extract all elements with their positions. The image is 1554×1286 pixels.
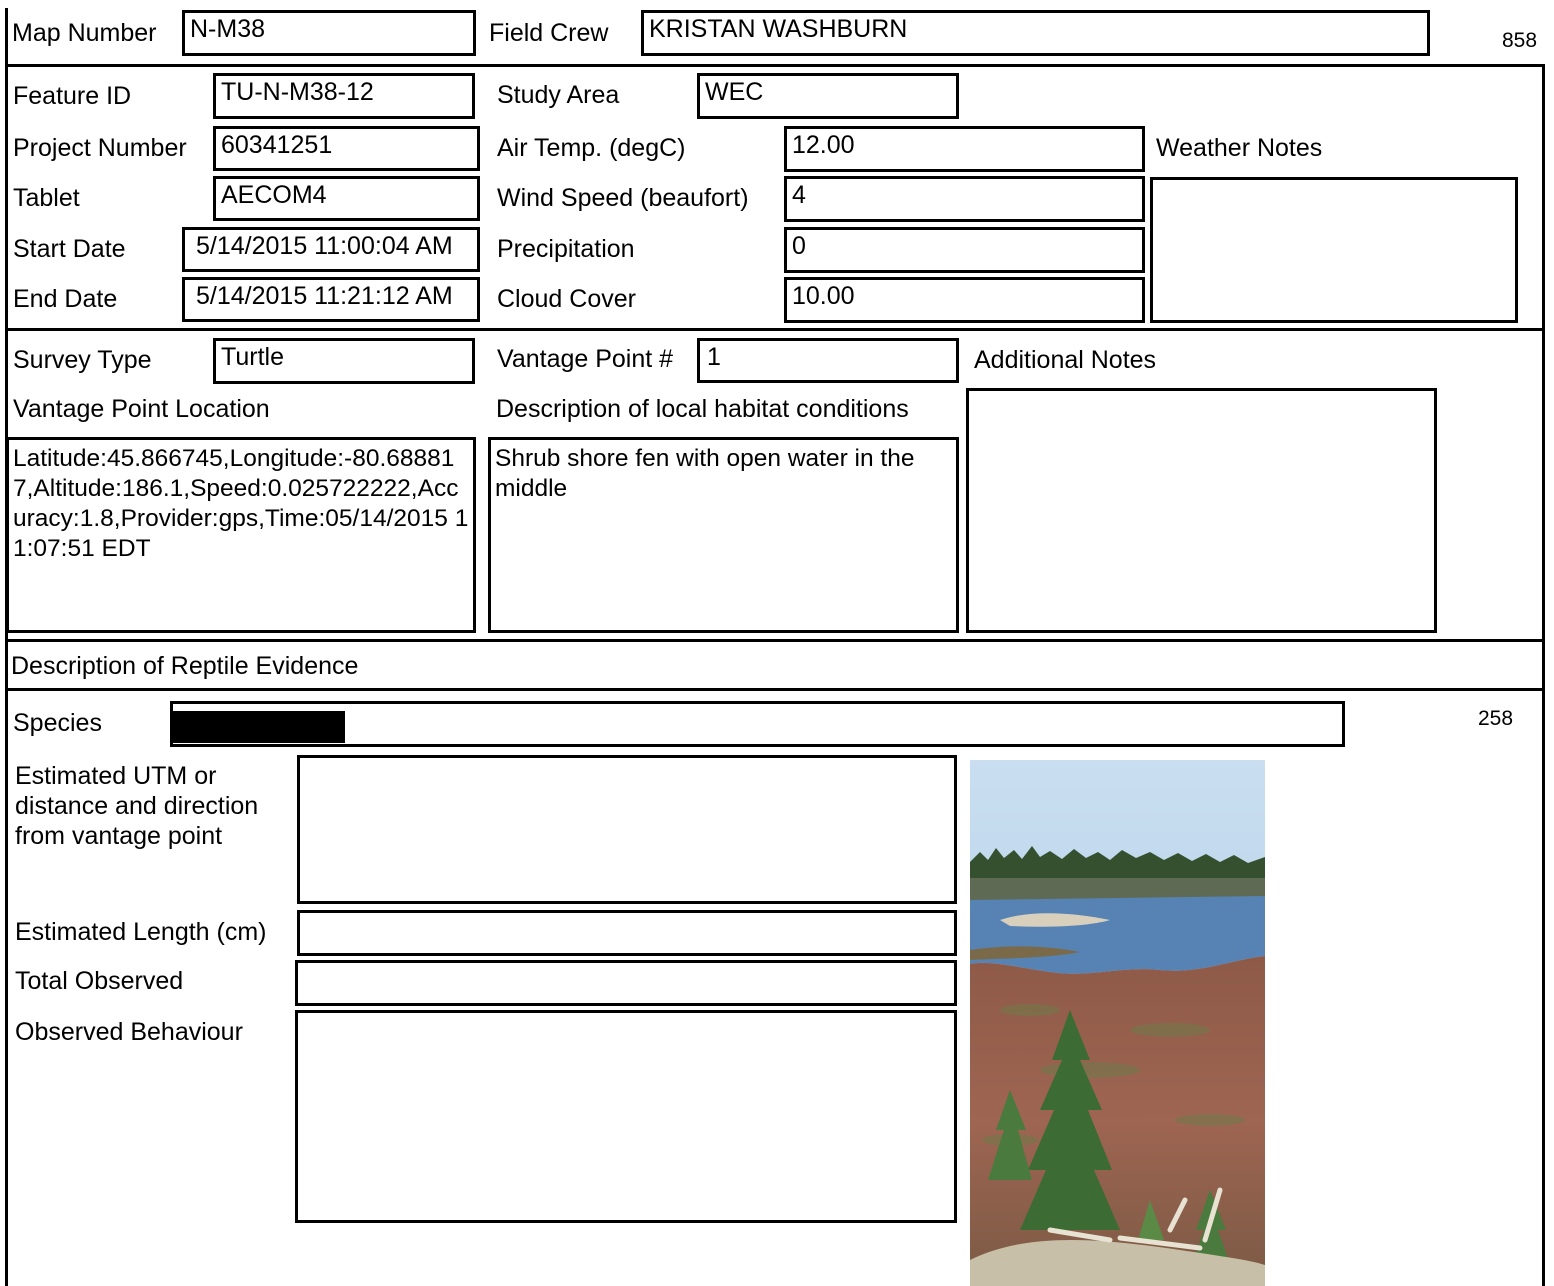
feature-id-label: Feature ID [13, 82, 132, 110]
additional-notes-label: Additional Notes [974, 346, 1157, 374]
utm-field[interactable] [297, 755, 957, 904]
form-left-border [5, 8, 8, 1286]
cloud-cover-label: Cloud Cover [497, 285, 636, 313]
field-crew-label: Field Crew [489, 19, 609, 47]
page-code-side: 258 [1478, 707, 1514, 730]
air-temp-label: Air Temp. (degC) [497, 134, 686, 162]
end-date-label: End Date [13, 285, 118, 313]
survey-type-label: Survey Type [13, 346, 152, 374]
end-date-field[interactable]: 5/14/2015 11:21:12 AM [182, 277, 480, 322]
weather-notes-field[interactable] [1150, 177, 1518, 323]
habitat-label: Description of local habitat conditions [496, 395, 909, 423]
additional-notes-field[interactable] [966, 388, 1437, 633]
wind-speed-field[interactable]: 4 [784, 176, 1145, 222]
project-number-field[interactable]: 60341251 [213, 126, 480, 171]
study-area-label: Study Area [497, 81, 620, 109]
header-divider [5, 64, 1545, 67]
behaviour-label: Observed Behaviour [15, 1018, 243, 1046]
air-temp-field[interactable]: 12.00 [784, 126, 1145, 172]
behaviour-field[interactable] [295, 1010, 957, 1223]
total-observed-label: Total Observed [15, 967, 184, 995]
habitat-field[interactable]: Shrub shore fen with open water in the m… [488, 437, 959, 633]
survey-form-page: { "header": { "map_number_label": "Map N… [0, 0, 1554, 1286]
cloud-cover-field[interactable]: 10.00 [784, 277, 1145, 323]
evidence-section-title: Description of Reptile Evidence [11, 652, 359, 680]
page-code-top: 858 [1502, 29, 1538, 52]
length-field[interactable] [297, 910, 957, 956]
total-observed-field[interactable] [295, 960, 957, 1006]
start-date-label: Start Date [13, 235, 126, 263]
species-label: Species [13, 709, 102, 737]
start-date-field[interactable]: 5/14/2015 11:00:04 AM [182, 227, 480, 272]
feature-id-field[interactable]: TU-N-M38-12 [213, 73, 475, 119]
survey-type-field[interactable]: Turtle [213, 338, 475, 384]
precipitation-field[interactable]: 0 [784, 227, 1145, 273]
wind-speed-label: Wind Speed (beaufort) [497, 184, 749, 212]
species-redaction [173, 711, 345, 743]
tablet-label: Tablet [13, 184, 80, 212]
study-area-field[interactable]: WEC [697, 73, 959, 119]
survey-divider [5, 639, 1545, 642]
weather-notes-label: Weather Notes [1156, 134, 1323, 162]
evidence-title-divider [5, 688, 1545, 691]
field-crew-field[interactable]: KRISTAN WASHBURN [641, 10, 1430, 56]
length-label: Estimated Length (cm) [15, 918, 267, 946]
vantage-location-label: Vantage Point Location [13, 395, 270, 423]
utm-label: Estimated UTM or distance and direction … [15, 762, 259, 850]
form-right-border [1542, 66, 1545, 1286]
habitat-photo [970, 760, 1265, 1286]
precipitation-label: Precipitation [497, 235, 635, 263]
vantage-location-field[interactable]: Latitude:45.866745,Longitude:-80.688817,… [6, 437, 476, 633]
site-divider [5, 328, 1545, 331]
vantage-point-field[interactable]: 1 [697, 338, 959, 383]
species-field[interactable] [170, 701, 1345, 747]
vantage-point-label: Vantage Point # [497, 345, 674, 373]
habitat-photo-drawing [970, 760, 1265, 1286]
map-number-label: Map Number [12, 19, 157, 47]
tablet-field[interactable]: AECOM4 [213, 176, 480, 221]
map-number-field[interactable]: N-M38 [182, 10, 476, 56]
project-number-label: Project Number [13, 134, 187, 162]
